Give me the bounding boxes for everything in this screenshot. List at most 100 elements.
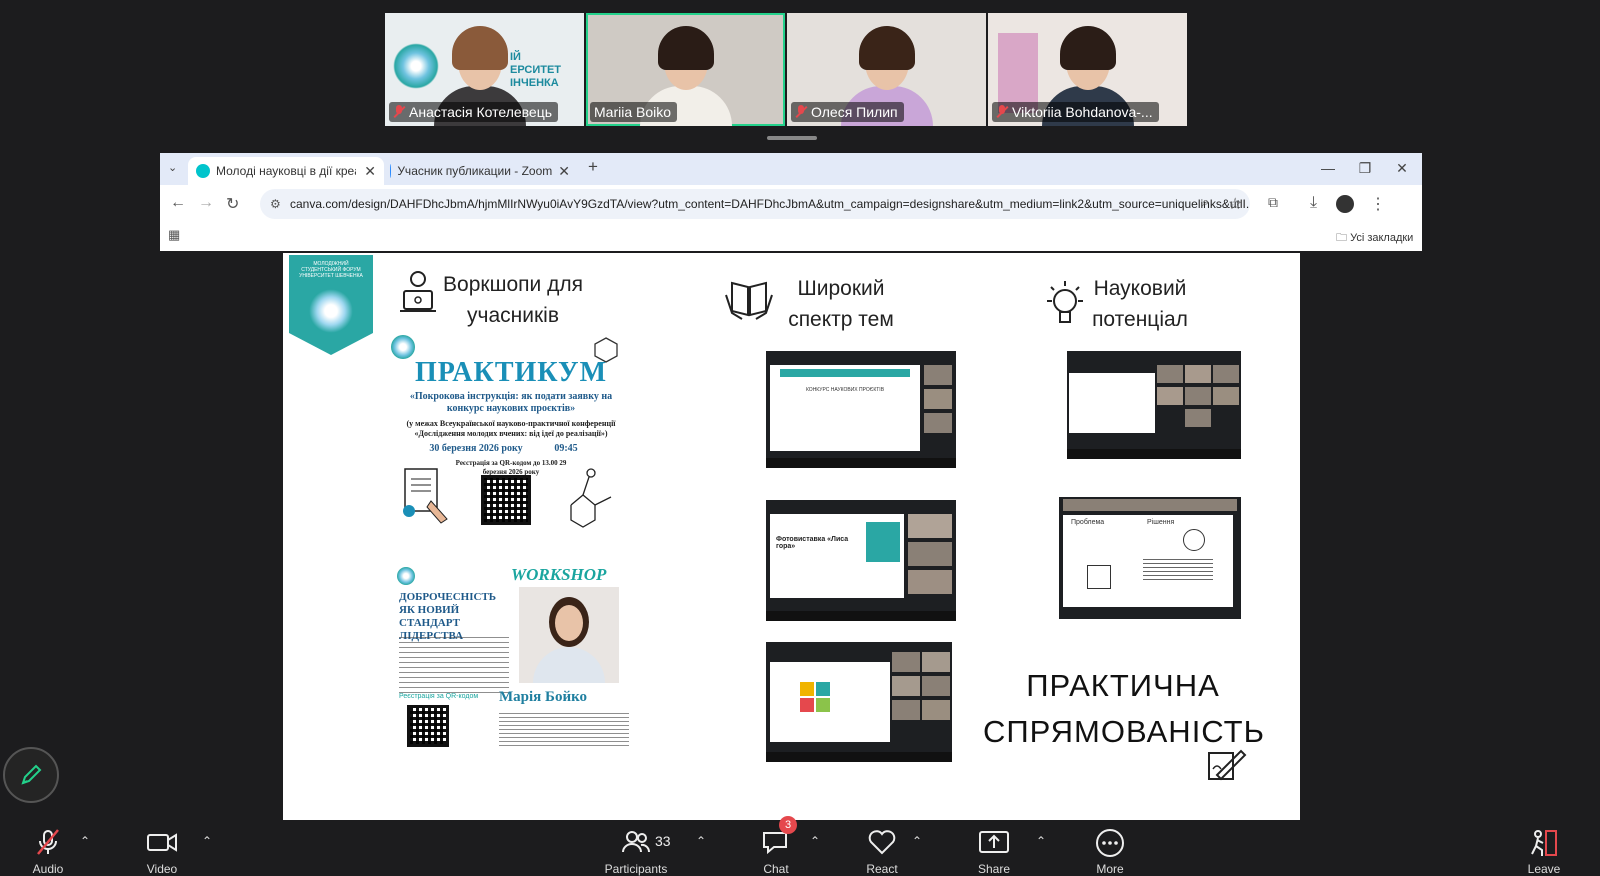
share-button[interactable]: Share xyxy=(974,828,1014,876)
tab-search-chevron-icon[interactable]: ⌄ xyxy=(168,161,177,174)
minimize-button[interactable]: — xyxy=(1308,153,1348,185)
back-arrow-icon[interactable]: ← xyxy=(170,194,186,212)
address-bar[interactable]: ⚙ canva.com/design/DAHFDhcJbmA/hjmMlIrNW… xyxy=(260,189,1250,219)
leave-button[interactable]: Leave xyxy=(1524,828,1564,876)
qr-code-image xyxy=(481,475,531,525)
window-backdrop xyxy=(998,33,1038,113)
forward-arrow-icon[interactable]: → xyxy=(198,194,214,212)
all-bookmarks-folder[interactable]: 🗀 Усі закладки xyxy=(1336,229,1413,248)
workshop-registration: Реєстрація за QR-кодом xyxy=(399,693,479,700)
react-options-caret-icon[interactable]: ⌃ xyxy=(912,834,922,848)
poster-praktikum: ПРАКТИКУМ «Покрокова інструкція: як пода… xyxy=(391,335,631,535)
video-strip-drag-handle[interactable] xyxy=(767,136,817,140)
chat-options-caret-icon[interactable]: ⌃ xyxy=(810,834,820,848)
participants-button[interactable]: Participants xyxy=(605,828,667,876)
heading-topics: Широкий спектр тем xyxy=(788,277,894,331)
mic-muted-icon xyxy=(795,105,807,119)
meeting-toolbar: Audio ⌃ Video ⌃ Participants 33 ⌃ Chat 3… xyxy=(0,816,1600,876)
video-button[interactable]: Video xyxy=(142,828,182,876)
university-shield-logo: МОЛОДІЖНИЙ СТУДЕНТСЬКИЙ ФОРУМ УНІВЕРСИТЕ… xyxy=(289,255,373,355)
audio-options-caret-icon[interactable]: ⌃ xyxy=(80,834,90,848)
react-button[interactable]: React xyxy=(862,828,902,876)
tab-bar: ⌄ Молоді науковці в дії креатив ✕ Учасни… xyxy=(160,153,1422,185)
video-camera-icon xyxy=(147,833,177,852)
poster-time: 09:45 xyxy=(554,443,578,454)
bookmark-star-icon[interactable]: ☆ xyxy=(1228,194,1242,214)
poster-title: ПРАКТИКУМ xyxy=(415,357,607,388)
speaker-name: Марія Бойко xyxy=(499,689,588,705)
poster-subtitle: «Покрокова інструкція: як подати заявку … xyxy=(409,391,613,414)
mic-muted-icon xyxy=(393,105,405,119)
signing-document-icon xyxy=(1207,747,1247,788)
bookmarks-bar: ▦ 🗀 Усі закладки xyxy=(160,223,1422,252)
maximize-button[interactable]: ❐ xyxy=(1345,153,1385,185)
zoom-favicon-icon xyxy=(390,164,392,178)
video-tile-mariia[interactable]: Mariia Boiko xyxy=(586,13,785,126)
tab-canva[interactable]: Молоді науковці в дії креатив ✕ xyxy=(188,157,384,185)
document-hand-icon xyxy=(401,467,451,527)
canva-favicon-icon xyxy=(196,164,210,178)
participant-name-label: Анастасія Котелевець xyxy=(389,102,559,122)
heading-potential: Науковий потенціал xyxy=(1092,277,1188,331)
reload-icon[interactable]: ↻ xyxy=(226,194,239,214)
participants-options-caret-icon[interactable]: ⌃ xyxy=(696,834,706,848)
more-button[interactable]: More xyxy=(1090,828,1130,876)
video-tile-anastasiia[interactable]: ІЙ ЕРСИТЕТ ІНЧЕНКА Анастасія Котелевець xyxy=(385,13,584,126)
mic-muted-icon xyxy=(37,829,59,855)
flower-emblem-icon xyxy=(309,289,353,333)
workshop-title: ДОБРОЧЕСНІСТЬ ЯК НОВИЙ СТАНДАРТ ЛІДЕРСТВ… xyxy=(399,591,497,642)
screenshot-thumbnail-4 xyxy=(1067,351,1241,459)
pencil-icon xyxy=(21,764,42,785)
screenshot-thumbnail-5: Проблема Рішення xyxy=(1059,497,1241,619)
tab-zoom[interactable]: Учасник публикации - Zoom ✕ xyxy=(382,157,578,185)
canva-slide: МОЛОДІЖНИЙ СТУДЕНТСЬКИЙ ФОРУМ УНІВЕРСИТЕ… xyxy=(283,253,1300,820)
workshop-label: WORKSHOP xyxy=(511,565,607,584)
download-icon[interactable]: ⤓ xyxy=(1310,194,1317,212)
screenshot-thumbnail-1: КОНКУРС НАУКОВИХ ПРОЄКТІВ xyxy=(766,351,956,468)
new-tab-button[interactable]: + xyxy=(588,157,598,177)
laptop-user-icon xyxy=(398,269,438,320)
chat-unread-badge: 3 xyxy=(779,816,797,834)
poster-workshop: WORKSHOP ДОБРОЧЕСНІСТЬ ЯК НОВИЙ СТАНДАРТ… xyxy=(391,563,631,753)
annotate-pen-button[interactable] xyxy=(3,747,59,803)
heart-icon xyxy=(868,830,896,855)
participants-count: 33 xyxy=(655,833,671,849)
folder-icon: 🗀 xyxy=(1336,232,1347,244)
share-screen-icon xyxy=(979,831,1009,853)
people-icon xyxy=(622,831,651,853)
profile-avatar[interactable] xyxy=(1336,195,1354,213)
participant-name-label: Viktoriia Bohdanova-... xyxy=(992,102,1159,122)
share-options-caret-icon[interactable]: ⌃ xyxy=(1036,834,1046,848)
heading-practical: ПРАКТИЧНА СПРЯМОВАНІСТЬ xyxy=(983,668,1265,749)
browser-toolbar: ← → ↻ ⚙ canva.com/design/DAHFDhcJbmA/hjm… xyxy=(160,185,1422,223)
zoom-lens-icon[interactable]: ⌕ xyxy=(1202,194,1209,210)
participant-name-label: Mariia Boiko xyxy=(590,102,678,122)
screenshot-thumbnail-3 xyxy=(766,642,952,762)
speaker-photo xyxy=(519,587,619,683)
video-tile-olesia[interactable]: Олеся Пилип xyxy=(787,13,986,126)
workshop-description-text xyxy=(399,637,509,697)
close-tab-icon[interactable]: ✕ xyxy=(558,157,570,185)
audio-button[interactable]: Audio xyxy=(28,828,68,876)
poster-logo-icon xyxy=(397,567,415,585)
extensions-icon[interactable]: ⧉ xyxy=(1268,194,1278,211)
speaker-bio-text xyxy=(499,713,629,749)
site-info-icon[interactable]: ⚙ xyxy=(270,189,281,219)
poster-logo-icon xyxy=(391,335,415,359)
shared-browser-window: ⌄ Молоді науковці в дії креатив ✕ Учасни… xyxy=(160,153,1422,252)
close-tab-icon[interactable]: ✕ xyxy=(364,157,376,185)
university-logo-backdrop xyxy=(393,43,439,89)
video-options-caret-icon[interactable]: ⌃ xyxy=(202,834,212,848)
apps-grid-icon[interactable]: ▦ xyxy=(168,227,180,243)
video-tile-viktoriia[interactable]: Viktoriia Bohdanova-... xyxy=(988,13,1187,126)
poster-context: (у межах Всеукраїнської науково-практичн… xyxy=(406,419,616,438)
leave-door-icon xyxy=(1531,830,1557,856)
close-window-button[interactable]: ✕ xyxy=(1382,153,1422,185)
heading-workshops: Воркшопи для учасників xyxy=(443,273,583,327)
menu-dots-icon[interactable]: ⋮ xyxy=(1370,194,1386,214)
lightbulb-icon xyxy=(1043,279,1087,336)
chemical-structure-icon xyxy=(561,465,621,535)
more-dots-icon xyxy=(1096,829,1124,857)
open-book-hands-icon xyxy=(724,273,774,326)
qr-code-image xyxy=(407,705,449,747)
